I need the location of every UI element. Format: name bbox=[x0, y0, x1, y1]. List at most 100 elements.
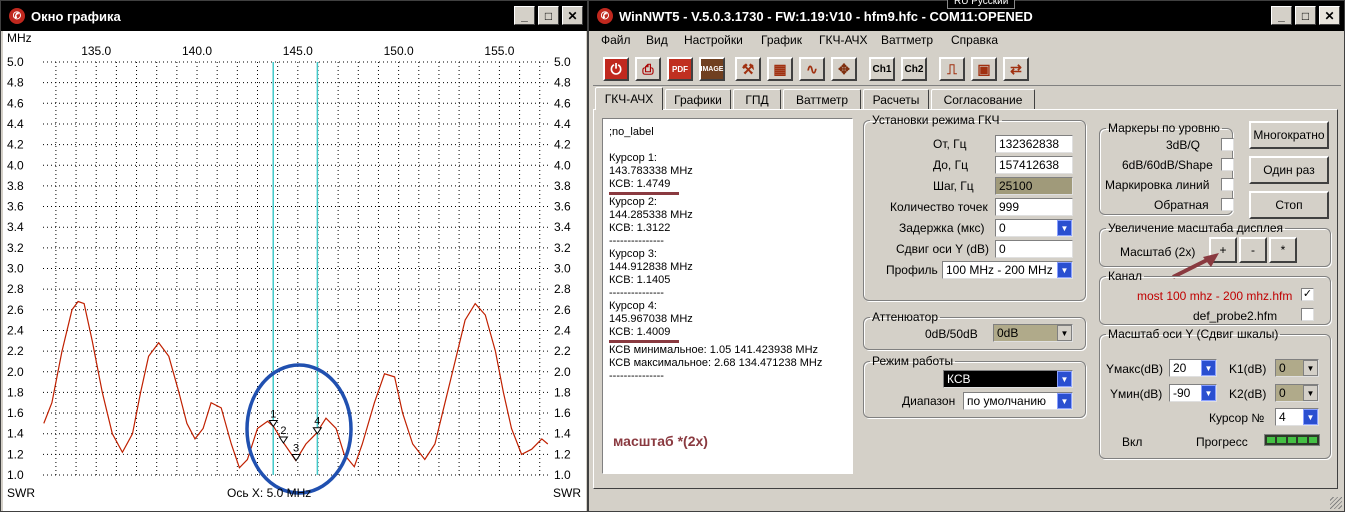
menu-help[interactable]: Справка bbox=[951, 33, 998, 47]
swap-icon[interactable]: ⇄ bbox=[1003, 57, 1029, 81]
ymin-select[interactable]: -90 ▼ bbox=[1169, 384, 1217, 402]
marker-inverse-checkbox[interactable] bbox=[1221, 198, 1234, 211]
to-input[interactable]: 157412638 bbox=[995, 156, 1073, 174]
step-icon[interactable]: ⎍ bbox=[939, 57, 965, 81]
once-button-label: Один раз bbox=[1263, 163, 1315, 177]
tab-calc[interactable]: Расчеты bbox=[863, 89, 929, 109]
once-button[interactable]: Один раз bbox=[1249, 156, 1329, 184]
image-export-icon[interactable]: IMAGE bbox=[699, 57, 725, 81]
grid-icon[interactable]: ▦ bbox=[767, 57, 793, 81]
tab-sweep[interactable]: ГКЧ-АЧХ bbox=[595, 87, 663, 110]
k1-value: 0 bbox=[1279, 361, 1286, 375]
channel-file1-checkbox[interactable]: ✓ bbox=[1301, 288, 1314, 301]
y-tick-label-right: 2.6 bbox=[554, 303, 571, 317]
repeat-button[interactable]: Многократно bbox=[1249, 121, 1329, 149]
menu-view[interactable]: Вид bbox=[646, 33, 668, 47]
maximize-button[interactable]: □ bbox=[538, 6, 559, 25]
range-select[interactable]: по умолчанию ▼ bbox=[963, 392, 1073, 410]
mode-select[interactable]: КСВ ▼ bbox=[943, 370, 1073, 388]
probe-icon[interactable]: ✥ bbox=[831, 57, 857, 81]
chevron-down-icon[interactable]: ▼ bbox=[1303, 409, 1318, 425]
k1-select[interactable]: 0 ▼ bbox=[1275, 359, 1319, 377]
k2-select[interactable]: 0 ▼ bbox=[1275, 384, 1319, 402]
chevron-down-icon[interactable]: ▼ bbox=[1057, 325, 1072, 341]
log-label: ;no_label bbox=[609, 126, 654, 138]
minimize-button[interactable]: _ bbox=[1271, 6, 1292, 25]
menu-sweep[interactable]: ГКЧ-АЧХ bbox=[819, 33, 868, 47]
channel2-icon[interactable]: Ch2 bbox=[901, 57, 927, 81]
power-icon[interactable]: ⏻ bbox=[603, 57, 629, 81]
zoom-minus-label: - bbox=[1251, 243, 1255, 257]
ymin-label: Yмин(dB) bbox=[1110, 387, 1163, 401]
tab-matching[interactable]: Согласование bbox=[931, 89, 1035, 109]
pdf-export-icon[interactable]: PDF bbox=[667, 57, 693, 81]
results-log[interactable]: ;no_label Курсор 1: 143.783338 MHz КСВ: … bbox=[602, 118, 853, 474]
zoom-reset-button[interactable]: * bbox=[1269, 237, 1297, 263]
y-tick-label-left: 2.0 bbox=[7, 365, 24, 379]
chevron-down-icon[interactable]: ▼ bbox=[1201, 385, 1216, 401]
wave-icon[interactable]: ∿ bbox=[799, 57, 825, 81]
log-cursor3-title: Курсор 3: bbox=[609, 248, 657, 260]
language-indicator[interactable]: RU Русский bbox=[947, 0, 1016, 9]
menu-wattmeter[interactable]: Ваттметр bbox=[881, 33, 933, 47]
close-button[interactable]: ✕ bbox=[562, 6, 583, 25]
points-input[interactable]: 999 bbox=[995, 198, 1073, 216]
tools-icon[interactable]: ⚒ bbox=[735, 57, 761, 81]
minimize-button[interactable]: _ bbox=[514, 6, 535, 25]
close-button[interactable]: ✕ bbox=[1319, 6, 1340, 25]
chevron-down-icon[interactable]: ▼ bbox=[1057, 220, 1072, 236]
log-cursor1-title: Курсор 1: bbox=[609, 152, 657, 164]
delay-label: Задержка (мкс) bbox=[899, 221, 985, 235]
ch1-label: Ch1 bbox=[872, 63, 892, 75]
chevron-down-icon[interactable]: ▼ bbox=[1201, 360, 1216, 376]
tab-vfo[interactable]: ГПД bbox=[733, 89, 781, 109]
marker-lines-checkbox[interactable] bbox=[1221, 178, 1234, 191]
x-tick-label: 145.0 bbox=[283, 44, 313, 58]
channel-legend: Канал bbox=[1108, 269, 1142, 283]
channel1-icon[interactable]: Ch1 bbox=[869, 57, 895, 81]
unit-swr-right-label: SWR bbox=[553, 486, 581, 500]
printer-icon[interactable]: ⎙ bbox=[635, 57, 661, 81]
yshift-input[interactable]: 0 bbox=[995, 240, 1073, 258]
stop-button[interactable]: Стоп bbox=[1249, 191, 1329, 219]
y-tick-label-right: 2.4 bbox=[554, 323, 571, 337]
toolbar: ⏻ ⎙ PDF IMAGE ⚒ ▦ ∿ ✥ Ch1 Ch2 ⎍ ▣ ⇄ bbox=[593, 53, 1341, 86]
channel-file2-checkbox[interactable] bbox=[1301, 308, 1314, 321]
save-icon[interactable]: ▣ bbox=[971, 57, 997, 81]
y-tick-label-left: 2.2 bbox=[7, 344, 24, 358]
chevron-down-icon[interactable]: ▼ bbox=[1303, 360, 1318, 376]
menu-file[interactable]: Файл bbox=[601, 33, 631, 47]
step-input[interactable]: 25100 bbox=[995, 177, 1073, 195]
y-tick-label-left: 5.0 bbox=[7, 55, 24, 69]
profile-select[interactable]: 100 MHz - 200 MHz ▼ bbox=[942, 261, 1073, 279]
marker-6db-checkbox[interactable] bbox=[1221, 158, 1234, 171]
underline-mark bbox=[609, 340, 679, 343]
swr-chart[interactable]: 5.0 5.0 4.8 4.8 4.6 4.6 4.4 4.4 4.2 4.2 4.0 4.0 3.8 3… bbox=[3, 31, 586, 511]
from-input[interactable]: 132362838 bbox=[995, 135, 1073, 153]
marker-3db-checkbox[interactable] bbox=[1221, 138, 1234, 151]
chevron-down-icon[interactable]: ▼ bbox=[1057, 371, 1072, 387]
main-window-titlebar[interactable]: ✆ WinNWT5 - V.5.0.3.1730 - FW:1.19:V10 -… bbox=[589, 0, 1344, 31]
progress-segment bbox=[1277, 437, 1286, 443]
log-cursor3-swr: КСВ: 1.1405 bbox=[609, 274, 671, 286]
menu-graph[interactable]: График bbox=[761, 33, 802, 47]
chevron-down-icon[interactable]: ▼ bbox=[1057, 262, 1072, 278]
log-swr-min: КСВ минимальное: 1.05 141.423938 MHz bbox=[609, 344, 819, 356]
cursor-number-select[interactable]: 4 ▼ bbox=[1275, 408, 1319, 426]
marker-lines-label: Маркировка линий bbox=[1105, 178, 1210, 192]
cursor-marker-label: 1 bbox=[270, 408, 276, 420]
maximize-button[interactable]: □ bbox=[1295, 6, 1316, 25]
chevron-down-icon[interactable]: ▼ bbox=[1303, 385, 1318, 401]
x-tick-label: 150.0 bbox=[384, 44, 414, 58]
ymax-select[interactable]: 20 ▼ bbox=[1169, 359, 1217, 377]
tab-wattmeter[interactable]: Ваттметр bbox=[783, 89, 861, 109]
attenuator-select[interactable]: 0dB ▼ bbox=[993, 324, 1073, 342]
menu-settings[interactable]: Настройки bbox=[684, 33, 743, 47]
delay-select[interactable]: 0 ▼ bbox=[995, 219, 1073, 237]
resize-grip-icon[interactable] bbox=[1330, 497, 1342, 509]
zoom-minus-button[interactable]: - bbox=[1239, 237, 1267, 263]
chevron-down-icon[interactable]: ▼ bbox=[1057, 393, 1072, 409]
graph-window-titlebar[interactable]: ✆ Окно графика _ □ ✕ bbox=[1, 1, 587, 31]
tab-graphs[interactable]: Графики bbox=[665, 89, 731, 109]
graph-area[interactable]: 5.0 5.0 4.8 4.8 4.6 4.6 4.4 4.4 4.2 4.2 4.0 4.0 3.8 3… bbox=[3, 31, 586, 511]
